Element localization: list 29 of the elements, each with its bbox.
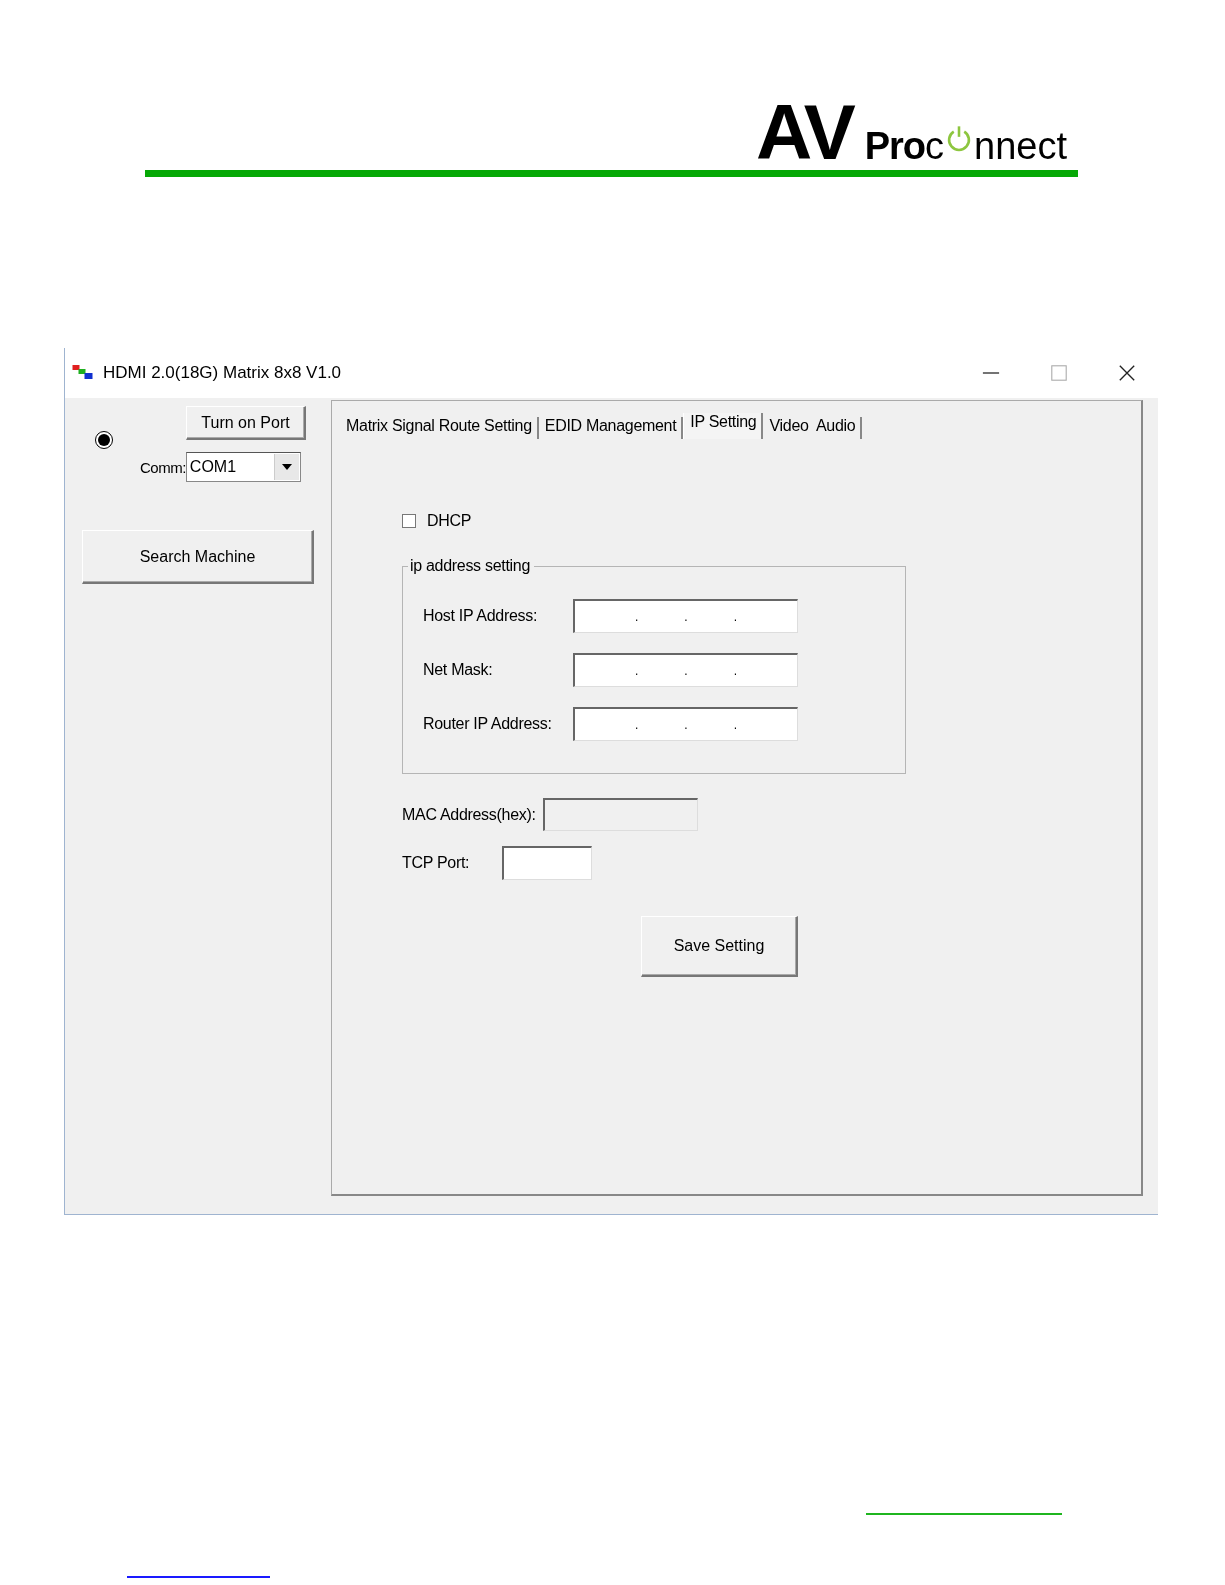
logo-bold-word: Pro	[864, 125, 926, 168]
tab[interactable]: IP Setting	[683, 413, 764, 439]
field-label: Net Mask:	[423, 661, 494, 679]
logo-word-start: c	[925, 125, 945, 168]
turn-on-port-button[interactable]: Turn on Port	[186, 406, 306, 440]
tab[interactable]: Matrix Signal Route Setting	[340, 417, 539, 439]
tab[interactable]: Video Audio	[763, 417, 863, 439]
ip-address-field[interactable]: . . .	[573, 599, 798, 633]
group-legend: ip address setting	[408, 557, 534, 575]
ip-address-field[interactable]: . . .	[573, 707, 798, 741]
logo-word-end: nnect	[974, 125, 1067, 168]
app-icon	[72, 365, 93, 379]
comm-dropdown[interactable]: COM1	[185, 452, 301, 482]
comm-label: Comm:	[140, 458, 186, 476]
search-machine-button[interactable]: Search Machine	[82, 530, 314, 584]
tcp-port-field[interactable]	[502, 846, 593, 880]
logo-mark: AV	[755, 92, 855, 172]
dhcp-label: DHCP	[427, 512, 472, 530]
mac-label: MAC Address(hex):	[402, 805, 536, 824]
window-title: HDMI 2.0(18G) Matrix 8x8 V1.0	[103, 363, 342, 383]
tcp-port-label: TCP Port:	[402, 854, 470, 872]
caret-icon	[281, 464, 292, 470]
status-radio[interactable]	[95, 431, 113, 449]
ip-address-field[interactable]: . . .	[573, 653, 798, 687]
close-icon[interactable]	[1118, 364, 1136, 382]
field-label: Router IP Address:	[423, 715, 553, 733]
field-label: Host IP Address:	[423, 607, 539, 625]
dhcp-checkbox[interactable]	[402, 514, 416, 528]
save-setting-button[interactable]: Save Setting	[641, 916, 798, 977]
